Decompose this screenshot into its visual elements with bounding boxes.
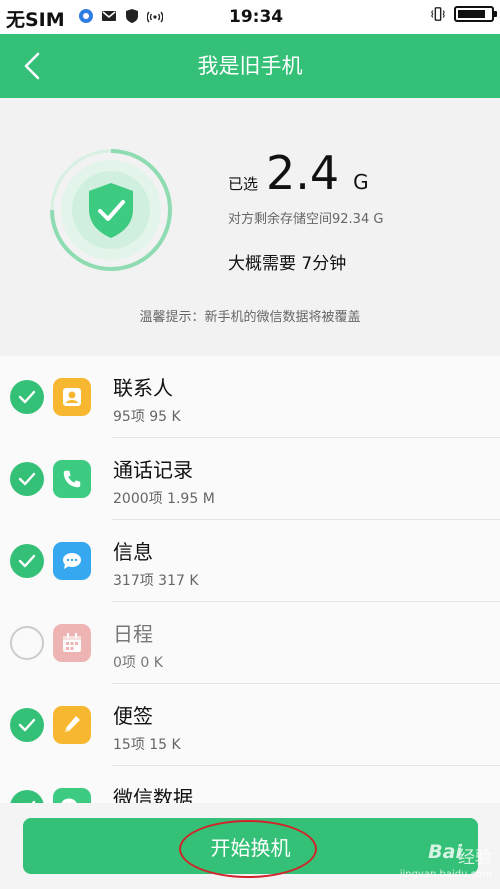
transfer-summary: 已选 2.4 G 对方剩余存储空间92.34 G 大概需要 7分钟 温馨提示：新… — [0, 98, 500, 356]
list-item-contacts[interactable]: 联系人 95项 95 K — [0, 356, 500, 438]
battery-icon — [454, 6, 497, 22]
checkbox[interactable] — [10, 544, 44, 578]
start-transfer-label: 开始换机 — [210, 835, 291, 860]
selected-size-unit: G — [353, 170, 369, 194]
calendar-icon — [53, 624, 91, 662]
item-subtitle: 15项 15 K — [113, 737, 181, 753]
remaining-storage: 对方剩余存储空间92.34 G — [228, 212, 384, 227]
list-item-notes[interactable]: 便签 15项 15 K — [0, 684, 500, 766]
status-right — [430, 6, 497, 22]
battery-level — [458, 10, 486, 18]
checkbox[interactable] — [10, 708, 44, 742]
checkmark-icon — [18, 718, 36, 732]
mail-icon — [101, 8, 117, 24]
checkmark-icon — [18, 472, 36, 486]
contacts-icon — [53, 378, 91, 416]
item-title: 日程 — [113, 622, 153, 646]
checkmark-icon — [18, 554, 36, 568]
selected-label: 已选 — [228, 175, 259, 193]
selected-size-value: 2.4 — [266, 146, 340, 200]
notification-icons — [78, 8, 163, 24]
checkbox[interactable] — [10, 380, 44, 414]
warning-tip: 温馨提示：新手机的微信数据将被覆盖 — [139, 310, 361, 325]
baidu-app-icon — [78, 8, 94, 24]
screen: 无SIM 19:34 我是旧手机 已选 2.4 G 对方剩余存储空间92.34 … — [0, 0, 500, 889]
estimated-time: 大概需要 7分钟 — [228, 254, 347, 274]
vibrate-icon — [430, 6, 446, 22]
list-item-calendar[interactable]: 日程 0项 0 K — [0, 602, 500, 684]
sim-status: 无SIM — [6, 9, 65, 31]
list-item-call-log[interactable]: 通话记录 2000项 1.95 M — [0, 438, 500, 520]
item-title: 通话记录 — [113, 458, 193, 482]
checkbox[interactable] — [10, 462, 44, 496]
item-subtitle: 0项 0 K — [113, 655, 163, 671]
item-title: 便签 — [113, 704, 153, 728]
item-subtitle: 317项 317 K — [113, 573, 199, 589]
data-type-list: 联系人 95项 95 K 通话记录 2000项 1.95 M 信息 317项 3… — [0, 356, 500, 803]
item-subtitle: 2000项 1.95 M — [113, 491, 215, 507]
item-title: 微信数据 — [113, 786, 193, 803]
shield-check-icon — [50, 149, 172, 271]
status-bar: 无SIM 19:34 — [0, 0, 500, 34]
wechat-icon — [53, 788, 91, 803]
start-transfer-button[interactable]: 开始换机 — [23, 818, 478, 874]
checkbox[interactable] — [10, 790, 44, 803]
item-subtitle: 95项 95 K — [113, 409, 181, 425]
clock: 19:34 — [229, 7, 284, 27]
item-title: 联系人 — [113, 376, 173, 400]
shield-icon — [124, 8, 140, 24]
message-icon — [53, 542, 91, 580]
list-item-messages[interactable]: 信息 317项 317 K — [0, 520, 500, 602]
selected-size: 已选 2.4 G — [228, 150, 369, 196]
note-icon — [53, 706, 91, 744]
bottom-bar: 开始换机 — [0, 803, 500, 889]
wifi-hotspot-icon — [147, 8, 163, 24]
item-title: 信息 — [113, 540, 153, 564]
phone-icon — [53, 460, 91, 498]
checkmark-icon — [18, 390, 36, 404]
app-header: 我是旧手机 — [0, 34, 500, 98]
checkbox[interactable] — [10, 626, 44, 660]
list-item-wechat[interactable]: 微信数据 — [0, 766, 500, 803]
page-title: 我是旧手机 — [197, 54, 303, 78]
